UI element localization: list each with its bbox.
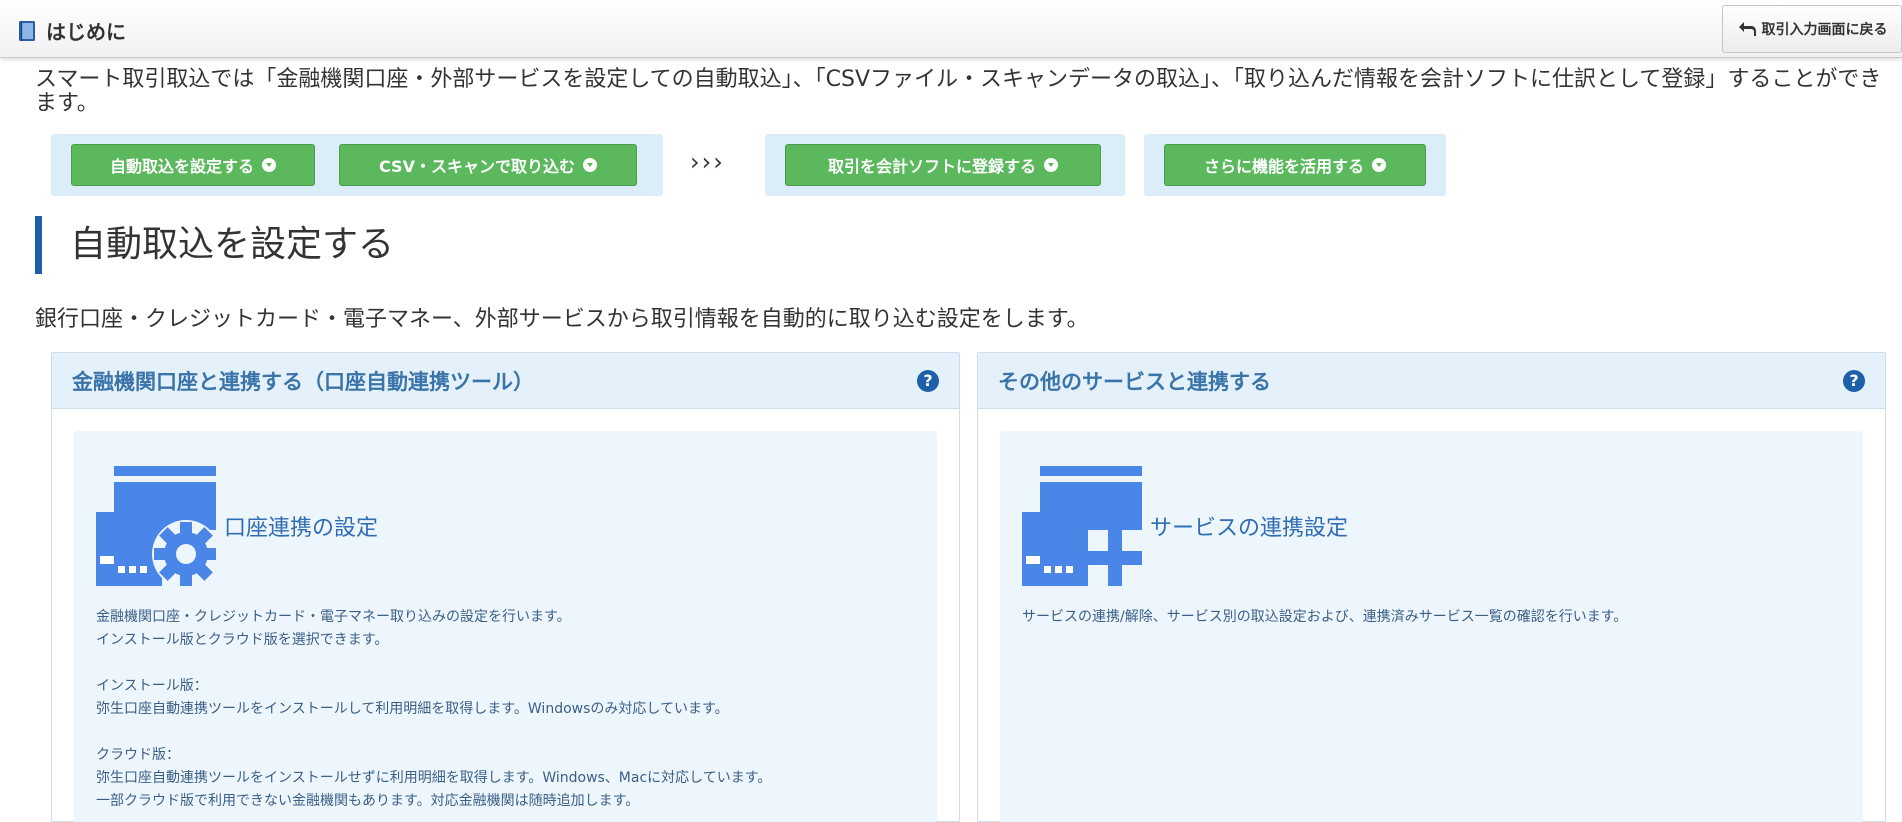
auto-import-button[interactable]: 自動取込を設定する — [71, 144, 315, 186]
help-icon[interactable]: ? — [1843, 369, 1865, 392]
bank-link-panel: 金融機関口座と連携する（口座自動連携ツール） ? 口座連携の設定 金融機関口座・… — [51, 352, 960, 822]
card-description: サービスの連携/解除、サービス別の取込設定および、連携済みサービス一覧の確認を行… — [1022, 606, 1842, 629]
dropdown-circle-icon — [262, 158, 276, 172]
description-line: 弥生口座自動連携ツールをインストールせずに利用明細を取得します。Windows、… — [96, 770, 772, 786]
flow-arrows: ››› — [690, 148, 725, 176]
book-icon — [19, 20, 35, 41]
header-title-group: はじめに — [18, 16, 126, 45]
back-to-entry-button[interactable]: 取引入力画面に戻る — [1722, 5, 1902, 53]
back-button-label: 取引入力画面に戻る — [1761, 22, 1888, 38]
nav-group-register: 取引を会計ソフトに登録する — [765, 134, 1125, 196]
main-content: スマート取引取込では「金融機関口座・外部サービスを設定しての自動取込」、「CSV… — [0, 58, 1902, 822]
dropdown-circle-icon — [582, 158, 597, 172]
account-link-settings-link[interactable]: 口座連携の設定 — [96, 466, 378, 586]
panel-title: その他のサービスと連携する — [998, 369, 1271, 394]
nav-group-more: さらに機能を活用する — [1144, 134, 1446, 196]
auto-import-label: 自動取込を設定する — [109, 157, 254, 176]
description-line: 金融機関口座・クレジットカード・電子マネー取り込みの設定を行います。 — [96, 609, 571, 625]
card-gear-icon — [96, 466, 216, 586]
card-plus-icon — [1022, 466, 1142, 586]
panel-title: 金融機関口座と連携する（口座自動連携ツール） — [72, 369, 534, 394]
description-line: クラウド版： — [96, 747, 180, 763]
register-label: 取引を会計ソフトに登録する — [827, 157, 1036, 176]
bank-link-card: 口座連携の設定 金融機関口座・クレジットカード・電子マネー取り込みの設定を行いま… — [74, 431, 937, 822]
other-services-panel: その他のサービスと連携する ? サービスの連携設定 サービスの連携/解除、サービ… — [977, 352, 1886, 822]
section-heading: 自動取込を設定する — [35, 216, 394, 274]
description-line — [96, 721, 916, 744]
description-line: 一部クラウド版で利用できない金融機関もあります。対応金融機関は随時追加します。 — [96, 793, 640, 809]
more-features-button[interactable]: さらに機能を活用する — [1164, 144, 1426, 186]
return-arrow-icon — [1738, 22, 1756, 36]
service-link-settings-label: サービスの連携設定 — [1150, 516, 1349, 541]
nav-group-import: 自動取込を設定する CSV・スキャンで取り込む — [51, 134, 663, 196]
help-icon[interactable]: ? — [917, 369, 939, 392]
description-line: インストール版： — [96, 678, 208, 694]
description-line: サービスの連携/解除、サービス別の取込設定および、連携済みサービス一覧の確認を行… — [1022, 609, 1628, 625]
dropdown-circle-icon — [1044, 158, 1058, 172]
account-link-settings-label: 口座連携の設定 — [224, 516, 379, 541]
panel-header: 金融機関口座と連携する（口座自動連携ツール） ? — [52, 353, 959, 409]
section-description: 銀行口座・クレジットカード・電子マネー、外部サービスから取引情報を自動的に取り込… — [35, 307, 1089, 332]
description-line: インストール版とクラウド版を選択できます。 — [96, 632, 389, 648]
other-services-card: サービスの連携設定 サービスの連携/解除、サービス別の取込設定および、連携済みサ… — [1000, 431, 1863, 822]
dropdown-circle-icon — [1372, 158, 1386, 172]
csv-scan-button[interactable]: CSV・スキャンで取り込む — [339, 144, 637, 186]
more-features-label: さらに機能を活用する — [1203, 157, 1364, 176]
page-title: はじめに — [46, 20, 126, 44]
description-line — [96, 652, 916, 675]
description-line: 弥生口座自動連携ツールをインストールして利用明細を取得します。Windowsのみ… — [96, 701, 729, 717]
card-description: 金融機関口座・クレジットカード・電子マネー取り込みの設定を行います。 インストー… — [96, 606, 916, 813]
csv-scan-label: CSV・スキャンで取り込む — [379, 157, 575, 176]
intro-text: スマート取引取込では「金融機関口座・外部サービスを設定しての自動取込」、「CSV… — [35, 67, 1882, 116]
app-header: はじめに 取引入力画面に戻る — [0, 0, 1902, 58]
service-link-settings-link[interactable]: サービスの連携設定 — [1022, 466, 1348, 586]
panel-header: その他のサービスと連携する ? — [978, 353, 1885, 409]
register-button[interactable]: 取引を会計ソフトに登録する — [785, 144, 1101, 186]
